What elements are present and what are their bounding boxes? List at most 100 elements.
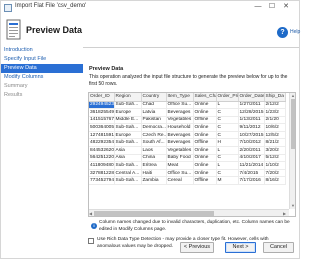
table-cell[interactable]: 1/13/2011 (238, 116, 265, 125)
column-header[interactable]: Ship_Da (264, 93, 286, 102)
preview-grid[interactable]: Order_ID Region Country Item_Type Sales_… (88, 92, 296, 217)
table-cell[interactable]: Office Su... (166, 101, 194, 110)
table-cell[interactable]: Pakistan (141, 116, 167, 125)
scroll-up-icon[interactable]: ▲ (291, 93, 295, 98)
table-cell[interactable]: 361825549 (89, 108, 115, 117)
table-cell[interactable]: Sub-Sah... (114, 176, 142, 186)
table-cell[interactable]: 327881228 (89, 169, 115, 178)
table-cell[interactable]: H (216, 138, 239, 148)
table-cell[interactable]: 292494523 (89, 101, 115, 110)
table-cell[interactable]: Asia (114, 146, 142, 155)
table-cell[interactable]: Vegetables (166, 116, 194, 125)
table-cell[interactable]: M (216, 176, 239, 186)
table-cell[interactable]: Online (193, 101, 217, 110)
column-header[interactable]: Sales_Chann (193, 93, 217, 102)
help-icon[interactable]: ? (277, 27, 288, 38)
table-cell[interactable]: 2/1/20 (264, 116, 286, 125)
sidebar-item-modify-columns[interactable]: Modify Columns (1, 73, 83, 82)
table-cell[interactable]: Middle E... (114, 116, 142, 125)
close-button[interactable]: ✕ (281, 2, 291, 12)
table-cell[interactable]: Beverages (166, 108, 194, 117)
table-cell[interactable]: Online (193, 146, 217, 155)
table-row[interactable]: 327881228 Central A... Haiti Office Su... On… (89, 169, 286, 178)
sidebar-item-specify-input-file[interactable]: Specify Input File (1, 55, 83, 64)
table-cell[interactable]: 9/11/2012 (238, 123, 265, 132)
table-cell[interactable]: 411809480 (89, 161, 115, 170)
table-cell[interactable]: C (216, 131, 239, 140)
table-cell[interactable]: Haiti (141, 169, 167, 178)
table-cell[interactable]: Online (193, 131, 217, 140)
table-cell[interactable]: Chad (141, 101, 167, 110)
table-cell[interactable]: Europe (114, 108, 142, 117)
table-cell[interactable]: C (216, 123, 239, 132)
sidebar-item-introduction[interactable]: Introduction (1, 46, 83, 55)
table-cell[interactable]: 12/28/2015 (238, 108, 265, 117)
table-cell[interactable]: Offline (193, 116, 217, 125)
table-row[interactable]: 773452794 Sub-Sah... Zambia Cereal Offline M 7… (89, 176, 286, 186)
column-header[interactable]: Order_Prior (216, 93, 239, 102)
table-cell[interactable]: 2/12/2 (264, 101, 286, 110)
table-cell[interactable]: Offline (193, 176, 217, 186)
table-cell[interactable]: C (216, 108, 239, 117)
table-cell[interactable]: 8/16/2 (264, 176, 286, 186)
table-row[interactable]: 844532620 Asia Laos Vegetables Online L 2/20/2… (89, 146, 286, 155)
help-link[interactable]: Help (290, 29, 300, 35)
table-cell[interactable]: Online (193, 169, 217, 178)
table-row[interactable]: 361825549 Europe Latvia Beverages Online C 12/… (89, 108, 286, 117)
maximize-button[interactable]: ☐ (267, 2, 277, 12)
table-cell[interactable]: 1/27/2011 (238, 101, 265, 110)
table-cell[interactable]: 564251220 (89, 154, 115, 163)
table-cell[interactable]: 482292354 (89, 138, 115, 148)
scroll-down-icon[interactable]: ▼ (291, 203, 295, 208)
column-header[interactable]: Order_Date (238, 93, 265, 102)
table-cell[interactable]: Baby Food (166, 154, 194, 163)
table-cell[interactable]: Beverages (166, 131, 194, 140)
vertical-scrollbar[interactable]: ▲ ▼ (289, 93, 295, 209)
sidebar-item-preview-data[interactable]: Preview Data (1, 64, 83, 73)
table-cell[interactable]: 500364005 (89, 123, 115, 132)
table-cell[interactable]: 4/10/2017 (238, 154, 265, 163)
table-cell[interactable]: Online (193, 161, 217, 170)
column-header[interactable]: Country (141, 93, 167, 102)
table-cell[interactable]: L (216, 101, 239, 110)
table-cell[interactable]: Europe (114, 131, 142, 140)
table-cell[interactable]: 5/12/2 (264, 154, 286, 163)
table-cell[interactable]: Eritrea (141, 161, 167, 170)
table-cell[interactable]: C (216, 154, 239, 163)
table-cell[interactable]: 1/23/2 (264, 108, 286, 117)
table-cell[interactable]: Vegetables (166, 146, 194, 155)
table-cell[interactable]: Sub-Sah... (114, 123, 142, 132)
table-cell[interactable]: C (216, 169, 239, 178)
table-cell[interactable]: 2/20/2011 (238, 146, 265, 155)
table-cell[interactable]: 844532620 (89, 146, 115, 155)
horizontal-scrollbar[interactable]: ◀ ▶ (89, 209, 289, 216)
scroll-right-icon[interactable]: ▶ (283, 211, 286, 216)
previous-button[interactable]: < Previous (180, 242, 214, 253)
table-cell[interactable]: 7/17/2016 (238, 176, 265, 186)
table-cell[interactable]: 1/10/2 (264, 161, 286, 170)
table-cell[interactable]: Online (193, 123, 217, 132)
table-cell[interactable]: Online (193, 108, 217, 117)
table-cell[interactable]: Household (166, 123, 194, 132)
table-row[interactable]: 411809480 Sub-Sah... Eritrea Meat Online L 11/… (89, 161, 286, 170)
table-cell[interactable]: 7/10/2012 (238, 138, 265, 148)
table-cell[interactable]: Central A... (114, 169, 142, 178)
table-cell[interactable]: 141515767 (89, 116, 115, 125)
cancel-button[interactable]: Cancel (263, 242, 294, 253)
table-cell[interactable]: Offline (193, 138, 217, 148)
table-row[interactable]: 141515767 Middle E... Pakistan Vegetables Of… (89, 116, 286, 125)
table-cell[interactable]: Zambia (141, 176, 167, 186)
table-cell[interactable]: 7/20/2 (264, 169, 286, 178)
table-cell[interactable]: 10/6/2 (264, 123, 286, 132)
table-cell[interactable]: Beverages (166, 138, 194, 148)
table-cell[interactable]: Office Su... (166, 169, 194, 178)
table-cell[interactable]: South Af... (141, 138, 167, 148)
table-cell[interactable]: 11/21/2014 (238, 161, 265, 170)
table-row[interactable]: 500364005 Sub-Sah... Democra... Household On… (89, 123, 286, 132)
table-cell[interactable]: Latvia (141, 108, 167, 117)
table-cell[interactable]: Online (193, 154, 217, 163)
table-row[interactable]: 482292354 Sub-Sah... South Af... Beverages O… (89, 138, 286, 148)
table-row[interactable]: 292494523 Sub-Sah... Chad Office Su... Onlin… (89, 101, 286, 110)
table-cell[interactable]: 3/20/2 (264, 146, 286, 155)
horizontal-scroll-thumb[interactable] (94, 211, 214, 216)
